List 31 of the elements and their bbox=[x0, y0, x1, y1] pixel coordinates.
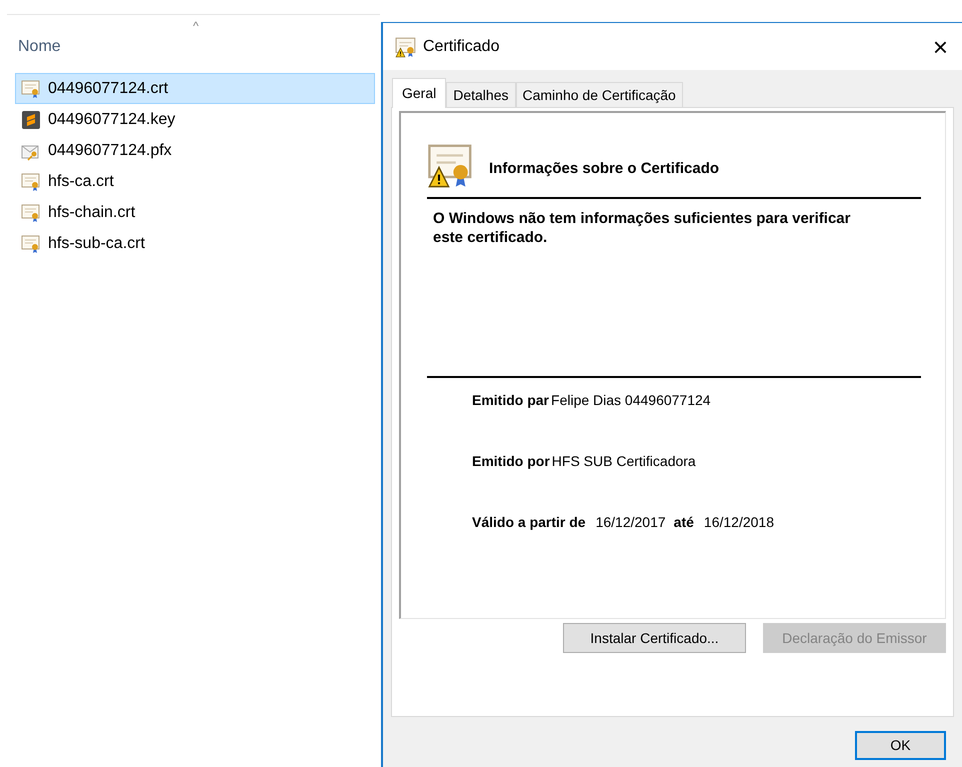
column-header[interactable]: Nome bbox=[18, 35, 61, 59]
field-label: Emitido par bbox=[472, 391, 550, 410]
tab[interactable]: Caminho de Certificação bbox=[516, 82, 683, 107]
field-label: Válido a partir de bbox=[472, 513, 586, 532]
certificate-icon bbox=[21, 202, 41, 222]
tab[interactable]: Geral bbox=[392, 78, 446, 108]
certificate-icon bbox=[21, 172, 41, 192]
certificate-icon bbox=[21, 78, 41, 98]
field-value: 16/12/2017 bbox=[596, 513, 666, 532]
field-label: Emitido por bbox=[472, 452, 550, 471]
section-heading: Informações sobre o Certificado bbox=[489, 158, 720, 179]
dialog-button[interactable]: Instalar Certificado... bbox=[563, 623, 746, 653]
field-value: 16/12/2018 bbox=[704, 513, 774, 532]
file-row[interactable]: hfs-sub-ca.crt bbox=[15, 228, 375, 259]
ok-button[interactable]: OK bbox=[855, 731, 946, 760]
certificate-icon bbox=[21, 234, 41, 254]
window-title: Certificado bbox=[423, 36, 500, 56]
file-row[interactable]: hfs-ca.crt bbox=[15, 166, 375, 197]
file-icon bbox=[21, 110, 41, 130]
warning-message: O Windows não tem informações suficientes para verificar este certificado. bbox=[432, 209, 852, 247]
field-label: até bbox=[674, 513, 694, 532]
file-row[interactable]: 04496077124.key bbox=[15, 104, 375, 135]
field-value: HFS SUB Certificadora bbox=[552, 452, 696, 471]
sort-caret-icon: ^ bbox=[193, 17, 199, 35]
file-row[interactable]: 04496077124.crt bbox=[15, 73, 375, 104]
file-row[interactable]: 04496077124.pfx bbox=[15, 135, 375, 166]
file-row[interactable]: hfs-chain.crt bbox=[15, 197, 375, 228]
tab[interactable]: Detalhes bbox=[446, 82, 516, 107]
field-value: Felipe Dias 04496077124 bbox=[551, 391, 711, 410]
certificate-warning-icon bbox=[395, 36, 417, 58]
close-button[interactable]: × bbox=[930, 34, 950, 60]
